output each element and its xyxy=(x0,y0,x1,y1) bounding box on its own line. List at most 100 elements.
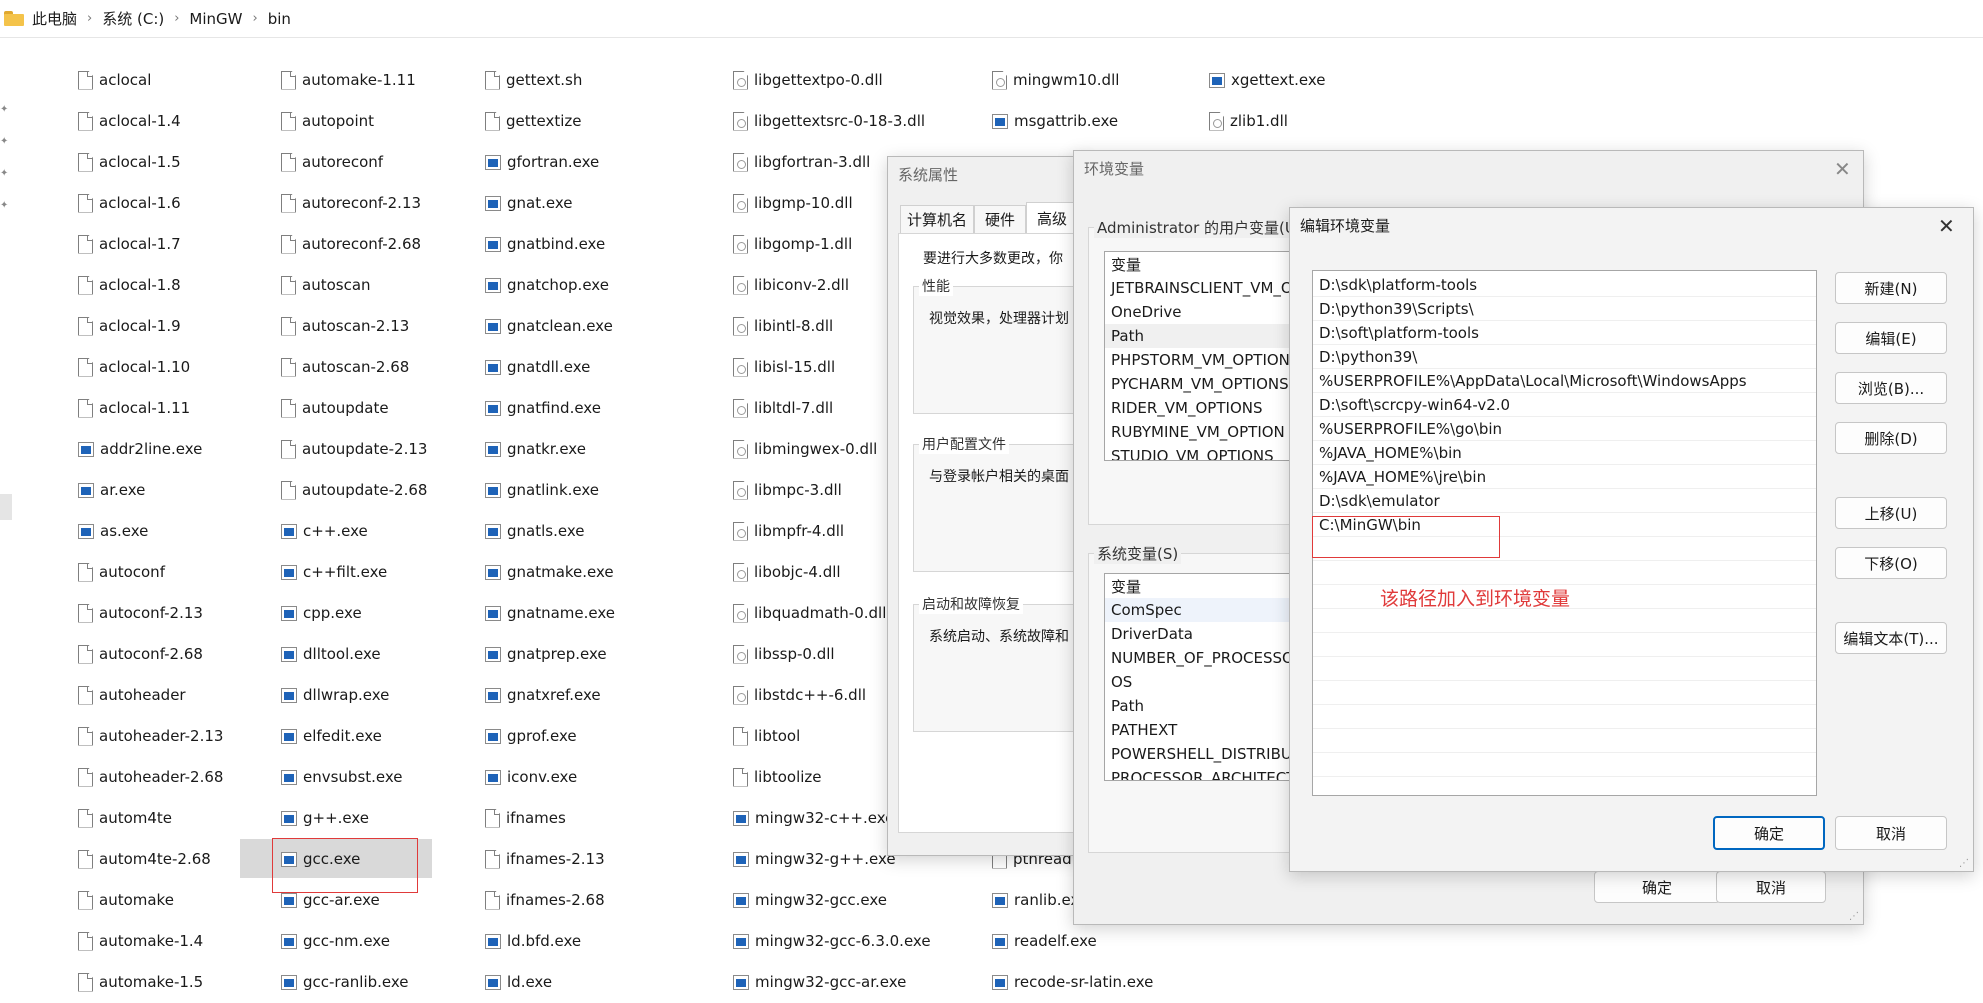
breadcrumb-item-mingw[interactable]: MinGW xyxy=(189,10,242,28)
tab-hardware[interactable]: 硬件 xyxy=(974,205,1027,234)
file-item[interactable]: aclocal-1.6 xyxy=(78,189,181,217)
file-item[interactable]: autoconf xyxy=(78,558,165,586)
file-item[interactable]: aclocal-1.5 xyxy=(78,148,181,176)
path-entry[interactable]: D:\sdk\emulator xyxy=(1313,489,1816,513)
file-item[interactable]: libgettextsrc-0-18-3.dll xyxy=(733,107,925,135)
path-entry[interactable]: %JAVA_HOME%\jre\bin xyxy=(1313,465,1816,489)
file-item[interactable]: autopoint xyxy=(281,107,374,135)
file-item[interactable]: aclocal-1.11 xyxy=(78,394,190,422)
file-item[interactable]: aclocal-1.4 xyxy=(78,107,181,135)
pin-icon[interactable]: ✦ xyxy=(0,104,10,115)
resize-grip-icon[interactable]: ⋰ xyxy=(1849,911,1859,922)
file-item[interactable]: gprof.exe xyxy=(485,722,577,750)
file-item[interactable]: gnat.exe xyxy=(485,189,572,217)
path-entry[interactable]: %USERPROFILE%\go\bin xyxy=(1313,417,1816,441)
edit-text-button[interactable]: 编辑文本(T)... xyxy=(1835,622,1947,654)
file-item[interactable]: libobjc-4.dll xyxy=(733,558,841,586)
resize-grip-icon[interactable]: ⋰ xyxy=(1959,858,1969,869)
file-item[interactable]: cpp.exe xyxy=(281,599,362,627)
ok-button[interactable]: 确定 xyxy=(1594,871,1720,903)
file-item[interactable]: gnatbind.exe xyxy=(485,230,605,258)
path-entry[interactable]: D:\sdk\platform-tools xyxy=(1313,273,1816,297)
file-item[interactable]: gnatlink.exe xyxy=(485,476,599,504)
file-item[interactable]: gcc-ranlib.exe xyxy=(281,968,409,996)
breadcrumb-item-bin[interactable]: bin xyxy=(268,10,291,28)
path-entry-empty[interactable] xyxy=(1313,681,1816,705)
path-entry[interactable]: %JAVA_HOME%\bin xyxy=(1313,441,1816,465)
path-entry-empty[interactable] xyxy=(1313,657,1816,681)
file-item[interactable]: libltdl-7.dll xyxy=(733,394,833,422)
file-item[interactable]: libisl-15.dll xyxy=(733,353,835,381)
file-item[interactable]: autoreconf xyxy=(281,148,383,176)
file-item[interactable]: automake-1.5 xyxy=(78,968,203,996)
file-item[interactable]: automake-1.11 xyxy=(281,66,416,94)
path-entry-empty[interactable] xyxy=(1313,729,1816,753)
file-item[interactable]: autoconf-2.13 xyxy=(78,599,203,627)
file-item[interactable]: autoscan xyxy=(281,271,371,299)
file-item[interactable]: c++filt.exe xyxy=(281,558,387,586)
path-entry-empty[interactable] xyxy=(1313,609,1816,633)
file-item[interactable]: aclocal-1.9 xyxy=(78,312,181,340)
delete-button[interactable]: 删除(D) xyxy=(1835,422,1947,454)
breadcrumb-item-this-pc[interactable]: 此电脑 xyxy=(32,8,77,29)
file-item[interactable]: gnatfind.exe xyxy=(485,394,601,422)
file-item[interactable]: libgettextpo-0.dll xyxy=(733,66,883,94)
file-item[interactable]: ld.exe xyxy=(485,968,552,996)
file-item[interactable]: ifnames-2.13 xyxy=(485,845,605,873)
file-item[interactable]: libiconv-2.dll xyxy=(733,271,849,299)
close-icon[interactable]: ✕ xyxy=(1938,216,1955,236)
file-item[interactable]: gnatxref.exe xyxy=(485,681,601,709)
file-item[interactable]: aclocal-1.7 xyxy=(78,230,181,258)
file-item[interactable]: ifnames-2.68 xyxy=(485,886,605,914)
tab-computer-name[interactable]: 计算机名 xyxy=(900,205,975,234)
file-item[interactable]: envsubst.exe xyxy=(281,763,403,791)
browse-button[interactable]: 浏览(B)... xyxy=(1835,372,1947,404)
file-item[interactable]: gnatchop.exe xyxy=(485,271,609,299)
file-item[interactable]: autoupdate xyxy=(281,394,389,422)
file-item[interactable]: libssp-0.dll xyxy=(733,640,835,668)
file-item[interactable]: xgettext.exe xyxy=(1209,66,1326,94)
path-entry-empty[interactable] xyxy=(1313,633,1816,657)
ok-button[interactable]: 确定 xyxy=(1713,816,1825,850)
file-item[interactable]: autoreconf-2.13 xyxy=(281,189,421,217)
file-item[interactable]: libintl-8.dll xyxy=(733,312,833,340)
file-item[interactable]: libmpc-3.dll xyxy=(733,476,842,504)
file-item[interactable]: gnatclean.exe xyxy=(485,312,613,340)
file-item[interactable]: addr2line.exe xyxy=(78,435,202,463)
file-item[interactable]: mingwm10.dll xyxy=(992,66,1119,94)
move-up-button[interactable]: 上移(U) xyxy=(1835,497,1947,529)
pin-icon[interactable]: ✦ xyxy=(0,168,10,179)
path-entry[interactable]: D:\python39\Scripts\ xyxy=(1313,297,1816,321)
path-entry[interactable]: %USERPROFILE%\AppData\Local\Microsoft\Wi… xyxy=(1313,369,1816,393)
file-item[interactable]: libmpfr-4.dll xyxy=(733,517,844,545)
file-item[interactable]: gnatprep.exe xyxy=(485,640,607,668)
file-item[interactable]: libgmp-10.dll xyxy=(733,189,853,217)
file-item[interactable]: libmingwex-0.dll xyxy=(733,435,877,463)
path-entry-empty[interactable] xyxy=(1313,705,1816,729)
file-item[interactable]: mingw32-gcc-ar.exe xyxy=(733,968,906,996)
file-item[interactable]: gnatkr.exe xyxy=(485,435,586,463)
cancel-button[interactable]: 取消 xyxy=(1835,816,1947,850)
file-item[interactable]: autoupdate-2.68 xyxy=(281,476,427,504)
file-item[interactable]: autoscan-2.68 xyxy=(281,353,409,381)
file-item[interactable]: autoconf-2.68 xyxy=(78,640,203,668)
file-item[interactable]: aclocal-1.8 xyxy=(78,271,181,299)
file-item[interactable]: libgomp-1.dll xyxy=(733,230,852,258)
file-item[interactable]: dllwrap.exe xyxy=(281,681,389,709)
close-icon[interactable]: ✕ xyxy=(1834,159,1851,179)
file-item[interactable]: aclocal xyxy=(78,66,151,94)
file-item[interactable]: recode-sr-latin.exe xyxy=(992,968,1153,996)
file-item[interactable]: autoupdate-2.13 xyxy=(281,435,427,463)
file-item[interactable]: gnatmake.exe xyxy=(485,558,614,586)
breadcrumb-item-drive[interactable]: 系统 (C:) xyxy=(102,8,164,29)
file-item[interactable]: mingw32-g++.exe xyxy=(733,845,896,873)
file-item[interactable]: libtoolize xyxy=(733,763,822,791)
move-down-button[interactable]: 下移(O) xyxy=(1835,547,1947,579)
file-item[interactable]: autom4te xyxy=(78,804,172,832)
tab-advanced[interactable]: 高级 xyxy=(1026,202,1079,234)
new-button[interactable]: 新建(N) xyxy=(1835,272,1947,304)
file-item[interactable]: dlltool.exe xyxy=(281,640,381,668)
file-item[interactable]: elfedit.exe xyxy=(281,722,382,750)
path-entry[interactable]: D:\soft\scrcpy-win64-v2.0 xyxy=(1313,393,1816,417)
path-entry[interactable]: D:\soft\platform-tools xyxy=(1313,321,1816,345)
